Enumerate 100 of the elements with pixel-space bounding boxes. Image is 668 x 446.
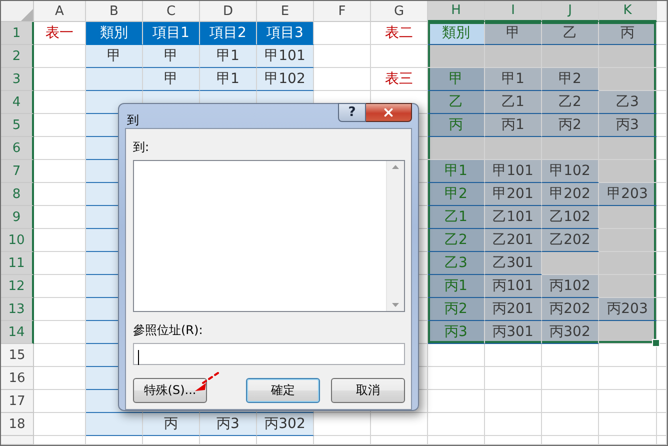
row-header[interactable]: 8 — [1, 183, 34, 206]
cell-text: 丙202 — [550, 300, 590, 318]
corner-triangle-icon — [21, 9, 33, 21]
column-header[interactable]: D — [200, 1, 257, 22]
select-all-corner[interactable] — [1, 1, 34, 22]
cell-text: 丙101 — [492, 277, 534, 295]
table-cell — [542, 367, 599, 390]
row-header[interactable]: 1 — [1, 22, 34, 45]
row-header[interactable]: 2 — [1, 45, 34, 68]
column-header[interactable]: F — [314, 1, 371, 22]
column-header[interactable]: E — [257, 1, 314, 22]
cell-text: 乙102 — [550, 208, 590, 226]
cell-text: 乙3 — [444, 254, 468, 272]
fill-handle[interactable] — [652, 339, 660, 347]
column-header[interactable]: B — [86, 1, 143, 22]
row-header[interactable]: 15 — [1, 344, 34, 367]
table-cell — [371, 413, 428, 436]
table-cell — [34, 91, 86, 114]
cell-text: 乙3 — [616, 93, 639, 111]
scroll-down-icon[interactable] — [392, 303, 399, 307]
row-header[interactable]: 10 — [1, 229, 34, 252]
cell-text: 乙1 — [502, 93, 524, 111]
table-cell — [34, 183, 86, 206]
row-header[interactable]: 13 — [1, 298, 34, 321]
column-header[interactable]: A — [34, 1, 86, 22]
cell-text: 丙1 — [502, 116, 524, 134]
row-header[interactable]: 9 — [1, 206, 34, 229]
table-cell — [599, 252, 657, 275]
dialog-button[interactable]: 特殊(S)... — [133, 378, 207, 403]
row-header[interactable]: 7 — [1, 160, 34, 183]
cell-text: 項目3 — [266, 24, 304, 42]
table-cell — [542, 390, 599, 413]
row-header[interactable]: 16 — [1, 367, 34, 390]
column-header[interactable]: H — [428, 1, 485, 22]
table-cell — [34, 367, 86, 390]
column-header[interactable]: C — [143, 1, 200, 22]
cell-text: 甲101 — [264, 47, 306, 65]
scroll-up-icon[interactable] — [392, 165, 399, 169]
cell-text: 項目1 — [152, 24, 190, 42]
cell-text: 甲202 — [550, 185, 590, 203]
row-header[interactable]: 5 — [1, 114, 34, 137]
cell-text: 丙 — [620, 24, 634, 42]
scrollbar[interactable] — [386, 161, 404, 311]
table-cell — [34, 413, 86, 436]
cell-text: 甲 — [449, 70, 463, 88]
cell-text: 甲201 — [492, 185, 534, 203]
column-header[interactable] — [657, 1, 667, 22]
close-button[interactable] — [366, 103, 412, 122]
row-header[interactable]: 17 — [1, 390, 34, 413]
cell-text: 甲203 — [607, 185, 648, 203]
column-header[interactable]: K — [599, 1, 657, 22]
cell-text: 類別 — [100, 24, 128, 42]
column-header[interactable]: G — [371, 1, 428, 22]
table-cell — [485, 367, 542, 390]
table-cell — [34, 229, 86, 252]
text-caret — [138, 350, 139, 365]
row-header[interactable]: 14 — [1, 321, 34, 344]
goto-list[interactable] — [133, 160, 405, 312]
cell-text: 甲 — [506, 24, 520, 42]
table-cell — [599, 390, 657, 413]
ok-button[interactable]: 確定 — [246, 378, 320, 403]
row-header[interactable]: 12 — [1, 275, 34, 298]
cell-text: 丙 — [449, 116, 463, 134]
table-cell — [428, 413, 485, 436]
cell-text: 乙 — [563, 24, 577, 42]
cell-text: 丙302 — [264, 415, 306, 433]
row-header[interactable] — [1, 436, 34, 445]
dialog-button[interactable]: 取消 — [331, 378, 405, 403]
cell-text: 丙102 — [550, 277, 590, 295]
table-cell — [428, 367, 485, 390]
cell-text: 乙202 — [550, 231, 590, 249]
cell-text: 乙2 — [558, 93, 582, 111]
row-header[interactable]: 6 — [1, 137, 34, 160]
cell-text: 丙2 — [558, 116, 582, 134]
cell-text: 甲1 — [216, 47, 240, 65]
table-cell — [34, 321, 86, 344]
help-button[interactable]: ? — [338, 103, 366, 122]
reference-label: 參照位址(R): — [133, 322, 203, 339]
cell-text: 乙201 — [492, 231, 534, 249]
row-header[interactable]: 11 — [1, 252, 34, 275]
cell-text: 乙2 — [444, 231, 468, 249]
cell-text: 丙302 — [550, 323, 590, 341]
column-header[interactable]: I — [485, 1, 542, 22]
table-cell — [34, 390, 86, 413]
cell-text: 丙1 — [444, 277, 468, 295]
cell-text: 丙201 — [492, 300, 534, 318]
cell-text: 甲101 — [492, 162, 534, 180]
column-header[interactable]: J — [542, 1, 599, 22]
table-cell — [34, 114, 86, 137]
row-header[interactable]: 18 — [1, 413, 34, 436]
table-cell — [34, 298, 86, 321]
table-cell — [599, 367, 657, 390]
cell-text: 甲 — [164, 70, 178, 88]
cell-text: 甲102 — [550, 162, 590, 180]
cell-text: 表二 — [385, 24, 413, 42]
row-header[interactable]: 3 — [1, 68, 34, 91]
cell-text: 甲2 — [558, 70, 582, 88]
cell-text: 乙 — [449, 93, 463, 111]
reference-input[interactable] — [133, 343, 405, 365]
row-header[interactable]: 4 — [1, 91, 34, 114]
